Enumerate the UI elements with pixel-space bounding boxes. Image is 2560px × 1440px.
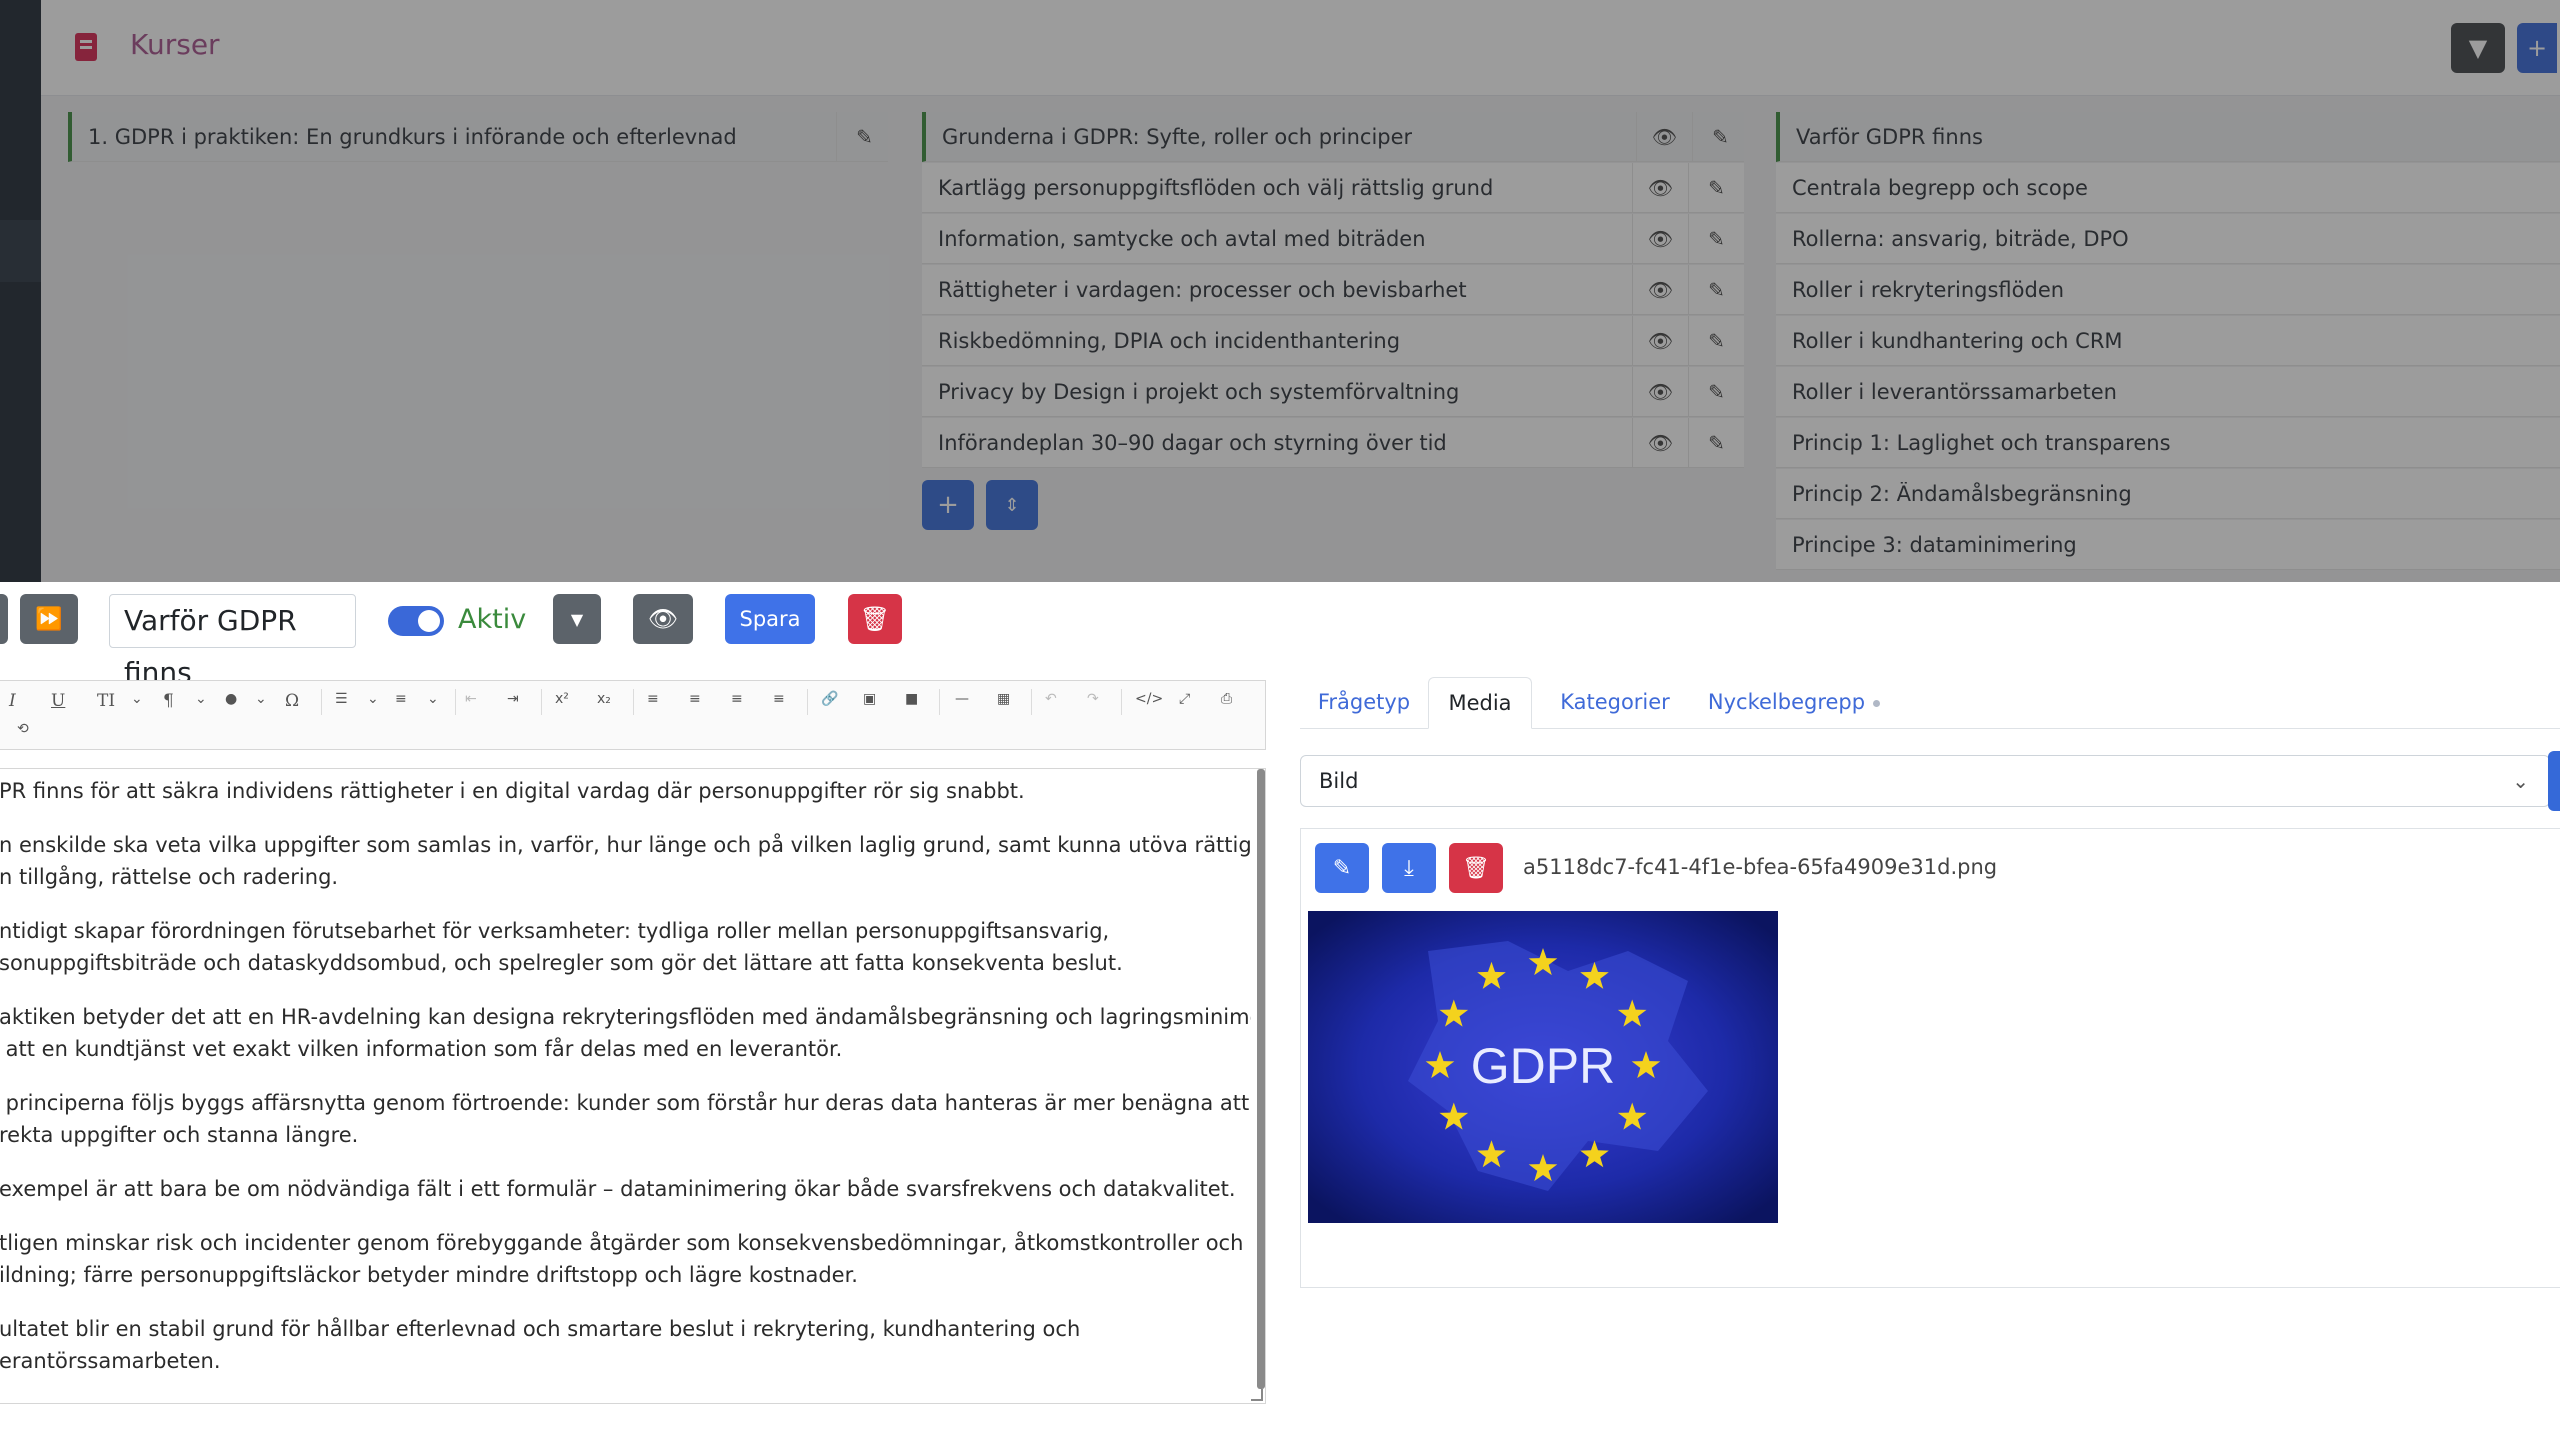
tab-media[interactable]: Media [1428,677,1532,729]
fullscreen-icon[interactable]: ⤢ [1179,691,1190,713]
special-char-icon[interactable]: Ω [285,691,299,713]
editor-toolbar: I U TI ⌄ ¶ ⌄ ● ⌄ Ω ☰ ⌄ ≡ ⌄ ⇤ ⇥ x² x₂ ≡ ≡… [0,680,1266,750]
font-size-icon[interactable]: TI [97,691,115,713]
italic-icon[interactable]: I [9,691,16,713]
status-dot [1873,699,1881,707]
editor-line: principerna följs byggs affärsnytta geno… [0,1091,1251,1115]
lesson-editor-panel: ⏩ Varför GDPR finns Aktiv ▼ 👁 Spara 🗑 I … [0,582,2560,1440]
editor-scrollbar[interactable] [1257,769,1265,1389]
align-left-icon[interactable]: ≡ [647,691,659,713]
tab-nyckelbegrepp-label: Nyckelbegrepp [1707,690,1866,714]
indent-icon[interactable]: ⇥ [507,691,519,713]
tab-nyckelbegrepp[interactable]: Nyckelbegrepp [1698,677,1890,729]
rich-text-editor[interactable]: PR finns för att säkra individens rättig… [0,768,1266,1404]
chevron-down-icon[interactable]: ⌄ [195,691,207,713]
editor-line: n tillgång, rättelse och radering. [0,865,339,889]
editor-line: ildning; färre personuppgiftsläckor bety… [0,1263,858,1287]
tab-kategorier[interactable]: Kategorier [1548,677,1682,729]
gdpr-image: GDPR [1308,911,1778,1223]
lesson-title-input[interactable]: Varför GDPR finns [109,594,356,689]
caret-down-icon: ▼ [570,609,584,629]
horizontal-rule-icon[interactable]: — [955,691,969,713]
tab-fragetyp[interactable]: Frågetyp [1300,677,1428,729]
fast-forward-icon: ⏩ [35,606,63,632]
chevron-down-icon[interactable]: ⌄ [255,691,267,713]
editor-line: sonuppgiftsbiträde och dataskyddsombud, … [0,951,1123,975]
clear-format-icon[interactable]: ⟲ [17,721,29,743]
align-center-icon[interactable]: ≡ [689,691,701,713]
undo-icon[interactable]: ↶ [1045,691,1057,713]
editor-line: n enskilde ska veta vilka uppgifter som … [0,833,1251,857]
editor-line: ntidigt skapar förordningen förutsebarhe… [0,919,1110,943]
align-right-icon[interactable]: ≡ [731,691,743,713]
save-button[interactable]: Spara [725,594,815,644]
active-toggle[interactable] [388,606,444,636]
chevron-down-icon[interactable]: ⌄ [367,691,379,713]
resize-handle[interactable] [1251,1389,1263,1401]
delete-media-button[interactable]: 🗑 [1449,843,1503,893]
print-icon[interactable]: ⎙ [1221,691,1232,713]
link-icon[interactable]: 🔗 [821,691,838,713]
preview-button[interactable]: 👁 [633,594,693,644]
edit-media-button[interactable]: ✎ [1315,843,1369,893]
delete-button[interactable]: 🗑 [848,594,902,644]
align-justify-icon[interactable]: ≡ [773,691,785,713]
editor-line: aktiken betyder det att en HR-avdelning … [0,1005,1251,1029]
trash-icon: 🗑 [1462,855,1490,881]
superscript-icon[interactable]: x² [555,691,569,713]
bullet-list-icon[interactable]: ☰ [335,691,348,713]
code-view-icon[interactable]: </> [1135,691,1163,713]
select-side-button[interactable] [2548,751,2560,811]
dropdown-button[interactable]: ▼ [553,594,601,644]
outdent-icon[interactable]: ⇤ [465,691,477,713]
numbered-list-icon[interactable]: ≡ [395,691,407,713]
editor-line: rekta uppgifter och stanna längre. [0,1123,359,1147]
chevron-down-icon[interactable]: ⌄ [427,691,439,713]
media-type-value: Bild [1319,769,1359,793]
editor-line: PR finns för att säkra individens rättig… [0,779,1025,803]
editor-line: exempel är att bara be om nödvändiga fäl… [0,1177,1236,1201]
question-tabs: Frågetyp Media Kategorier Nyckelbegrepp [1300,677,2560,729]
chevron-down-icon[interactable]: ⌄ [131,691,143,713]
media-type-select[interactable]: Bild ⌄ [1300,755,2550,807]
trash-icon: 🗑 [859,605,891,633]
text-color-icon[interactable]: ● [225,691,237,713]
editor-line: ultatet blir en stabil grund för hållbar… [0,1317,1081,1341]
editor-line: tligen minskar risk och incidenter genom… [0,1231,1244,1255]
pencil-icon: ✎ [1332,855,1352,881]
table-icon[interactable]: ▦ [997,691,1010,713]
course-browser: Kurser ▼ + 1. GDPR i praktiken: En grund… [0,0,2560,582]
paragraph-icon[interactable]: ¶ [163,691,174,713]
active-label: Aktiv [458,604,527,635]
media-box: ✎ ⤓ 🗑 a5118dc7-fc41-4f1e-bfea-65fa4909e3… [1300,828,2560,1288]
editor-line: erantörssamarbeten. [0,1349,221,1373]
modal-backdrop[interactable] [0,0,2560,582]
subscript-icon[interactable]: x₂ [597,691,611,713]
previous-button[interactable] [0,594,8,644]
video-icon[interactable]: ■ [905,691,918,713]
download-media-button[interactable]: ⤓ [1382,843,1436,893]
gdpr-image-text: GDPR [1471,1038,1615,1094]
next-button[interactable]: ⏩ [20,594,78,644]
eye-icon: 👁 [647,605,679,633]
download-icon: ⤓ [1404,855,1414,881]
chevron-down-icon: ⌄ [2512,769,2529,793]
redo-icon[interactable]: ↷ [1087,691,1099,713]
editor-line: att en kundtjänst vet exakt vilken infor… [0,1037,843,1061]
underline-icon[interactable]: U [51,691,65,713]
media-filename: a5118dc7-fc41-4f1e-bfea-65fa4909e31d.png [1523,855,1998,879]
image-icon[interactable]: ▣ [863,691,876,713]
